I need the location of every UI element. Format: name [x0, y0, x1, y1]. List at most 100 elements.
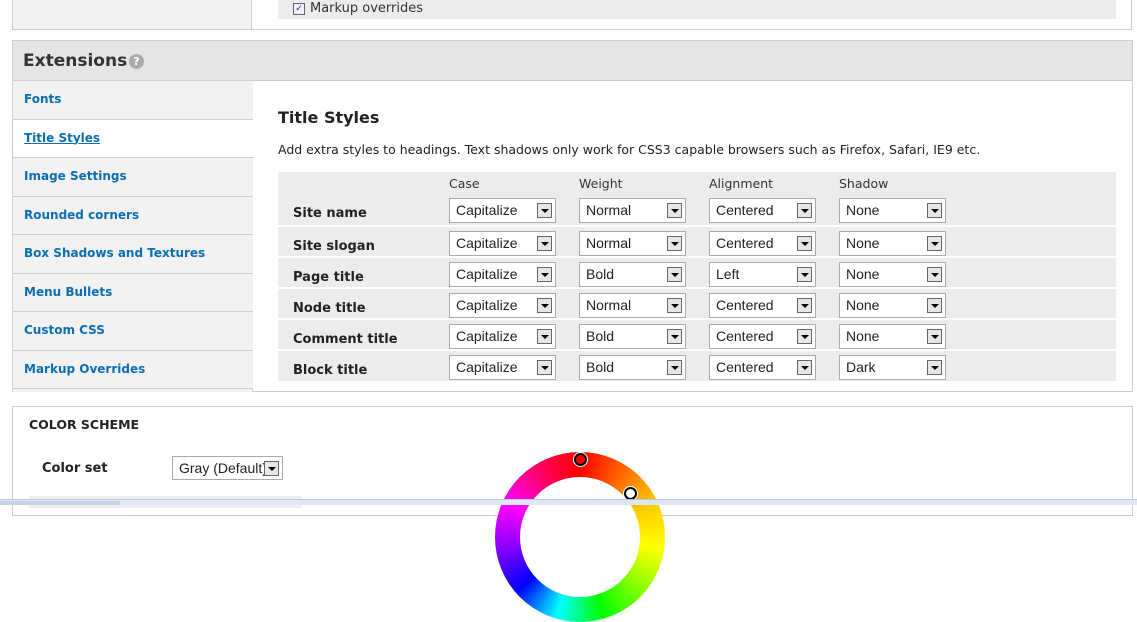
row-label: Node title [293, 301, 366, 316]
table-row: Page title Capitalize Bold Left None [278, 256, 1116, 287]
select-value: Normal [586, 202, 632, 218]
chevron-down-icon [927, 267, 942, 282]
chevron-down-icon [537, 203, 552, 218]
shadow-select[interactable]: None [839, 231, 946, 256]
sidebar-item-box-shadows-and-textures[interactable]: Box Shadows and Textures [13, 235, 253, 274]
case-select[interactable]: Capitalize [449, 231, 556, 256]
row-label: Site name [293, 206, 367, 221]
color-scheme-title: COLOR SCHEME [29, 417, 140, 432]
column-header: Shadow [839, 176, 889, 191]
extensions-header: Extensions ? [13, 41, 1132, 81]
markup-overrides-label: Markup overrides [310, 1, 424, 16]
shadow-select[interactable]: None [839, 262, 946, 287]
chevron-down-icon [537, 236, 552, 251]
alignment-select[interactable]: Centered [709, 293, 816, 318]
table-row: Comment title Capitalize Bold Centered None [278, 318, 1116, 349]
alignment-select[interactable]: Centered [709, 198, 816, 223]
chevron-down-icon [667, 360, 682, 375]
chevron-down-icon [797, 329, 812, 344]
select-value: None [846, 202, 880, 218]
select-value: Centered [716, 202, 774, 218]
shadow-select[interactable]: None [839, 293, 946, 318]
row-label: Site slogan [293, 239, 375, 254]
color-set-label: Color set [42, 461, 108, 476]
chevron-down-icon [264, 461, 279, 476]
chevron-down-icon [797, 298, 812, 313]
case-select[interactable]: Capitalize [449, 324, 556, 349]
scrollbar-thumb[interactable] [0, 501, 120, 505]
select-value: Capitalize [456, 328, 518, 344]
help-icon[interactable]: ? [129, 54, 144, 69]
row-label: Comment title [293, 332, 398, 347]
column-header: Case [449, 176, 480, 191]
extensions-sidebar: Fonts Title Styles Image Settings Rounded c… [13, 81, 254, 392]
shadow-select[interactable]: Dark [839, 355, 946, 380]
column-header: Weight [579, 176, 623, 191]
chevron-down-icon [797, 203, 812, 218]
chevron-down-icon [667, 236, 682, 251]
select-value: Dark [846, 359, 876, 375]
chevron-down-icon [927, 203, 942, 218]
case-select[interactable]: Capitalize [449, 355, 556, 380]
chevron-down-icon [667, 329, 682, 344]
alignment-select[interactable]: Centered [709, 355, 816, 380]
weight-select[interactable]: Bold [579, 262, 686, 287]
table-row: Block title Capitalize Bold Centered Dark [278, 349, 1116, 380]
color-set-select[interactable]: Gray (Default) [172, 456, 283, 480]
select-value: Bold [586, 328, 615, 344]
sidebar-item-title-styles[interactable]: Title Styles [13, 119, 254, 158]
content-title: Title Styles [278, 108, 380, 127]
shadow-select[interactable]: None [839, 198, 946, 223]
color-wheel-center[interactable] [520, 477, 640, 597]
weight-select[interactable]: Normal [579, 198, 686, 223]
weight-select[interactable]: Normal [579, 231, 686, 256]
sidebar-item-image-settings[interactable]: Image Settings [13, 158, 253, 197]
chevron-down-icon [537, 298, 552, 313]
select-value: None [846, 328, 880, 344]
shadow-select[interactable]: None [839, 324, 946, 349]
markup-overrides-checkbox[interactable]: ✓ [293, 3, 305, 15]
alignment-select[interactable]: Centered [709, 324, 816, 349]
select-value: Capitalize [456, 202, 518, 218]
extensions-title: Extensions [23, 51, 128, 71]
row-label: Block title [293, 363, 368, 378]
select-value: Capitalize [456, 266, 518, 282]
alignment-select[interactable]: Left [709, 262, 816, 287]
sidebar-item-custom-css[interactable]: Custom CSS [13, 312, 253, 351]
chevron-down-icon [927, 298, 942, 313]
select-value: None [846, 266, 880, 282]
column-header: Alignment [709, 176, 774, 191]
sidebar-item-rounded-corners[interactable]: Rounded corners [13, 196, 253, 235]
select-value: Centered [716, 328, 774, 344]
select-value: Normal [586, 297, 632, 313]
color-wheel-marker[interactable] [574, 453, 587, 466]
weight-select[interactable]: Bold [579, 355, 686, 380]
chevron-down-icon [797, 236, 812, 251]
sidebar-item-fonts[interactable]: Fonts [13, 81, 253, 120]
title-styles-table: Case Weight Alignment Shadow Site name Capita… [278, 172, 1116, 381]
table-row: Site name Capitalize Normal Centered None [278, 194, 1116, 225]
case-select[interactable]: Capitalize [449, 293, 556, 318]
sidebar-item-markup-overrides[interactable]: Markup Overrides [13, 350, 253, 389]
select-value: None [846, 297, 880, 313]
select-value: None [846, 235, 880, 251]
sidebar-item-menu-bullets[interactable]: Menu Bullets [13, 273, 253, 312]
select-value: Left [716, 266, 740, 282]
chevron-down-icon [667, 298, 682, 313]
chevron-down-icon [927, 236, 942, 251]
weight-select[interactable]: Normal [579, 293, 686, 318]
chevron-down-icon [537, 360, 552, 375]
select-value: Centered [716, 359, 774, 375]
select-value: Capitalize [456, 297, 518, 313]
table-row: Site slogan Capitalize Normal Centered None [278, 225, 1116, 256]
select-value: Bold [586, 266, 615, 282]
chevron-down-icon [927, 360, 942, 375]
chevron-down-icon [667, 203, 682, 218]
alignment-select[interactable]: Centered [709, 231, 816, 256]
weight-select[interactable]: Bold [579, 324, 686, 349]
select-value: Centered [716, 297, 774, 313]
horizontal-scrollbar[interactable] [0, 499, 1137, 505]
case-select[interactable]: Capitalize [449, 262, 556, 287]
chevron-down-icon [537, 267, 552, 282]
case-select[interactable]: Capitalize [449, 198, 556, 223]
